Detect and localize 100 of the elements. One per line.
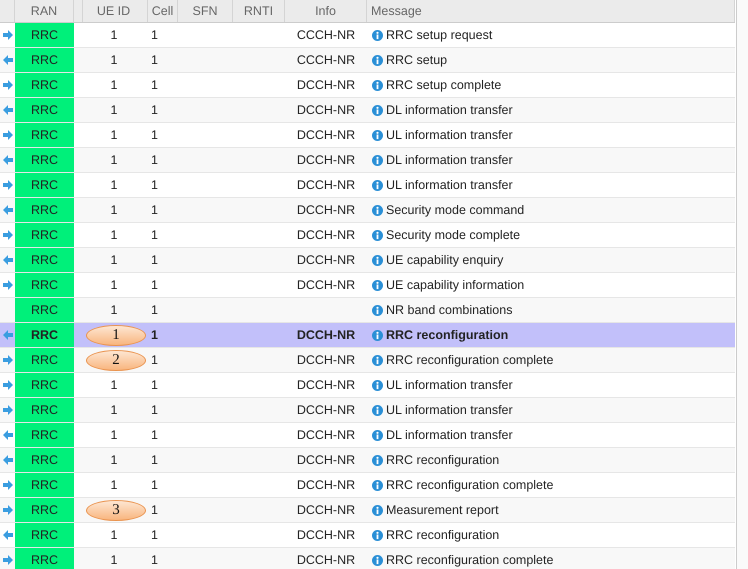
table-cell: DCCH-NR: [296, 353, 356, 367]
left-arrow-icon: [2, 530, 12, 540]
info-icon: [372, 154, 383, 166]
info-icon: [372, 180, 383, 190]
right-arrow-icon: [2, 505, 12, 515]
table-cell: 1: [110, 478, 118, 492]
table-cell: 1: [151, 503, 158, 517]
table-row[interactable]: RRC 1 1 CCCH-NR RRC setup: [0, 48, 736, 73]
table-row[interactable]: RRC 1 1 DCCH-NR RRC reconfiguration complete: [0, 548, 736, 569]
table-cell: RRC: [15, 398, 74, 422]
table-row[interactable]: RRC 1 1 DCCH-NR DL information transfer: [0, 423, 736, 448]
left-arrow-icon: [2, 205, 12, 215]
table-cell: RRC: [15, 498, 74, 522]
message-text: UL information transfer: [386, 128, 513, 142]
table-row[interactable]: RRC 1 1 DCCH-NR DL information transfer: [0, 148, 736, 173]
table-cell: DCCH-NR: [296, 553, 356, 567]
message-text: UE capability enquiry: [386, 253, 504, 267]
message-text: RRC reconfiguration complete: [386, 553, 554, 567]
table-row[interactable]: RRC 1 1 DCCH-NR Security mode complete: [0, 223, 736, 248]
right-arrow-icon: [2, 405, 12, 415]
table-cell: 1: [110, 178, 118, 192]
table-cell: CCCH-NR: [296, 28, 356, 42]
table-row[interactable]: RRC 1 1 DCCH-NR UL information transfer: [0, 373, 736, 398]
table-row[interactable]: RRC 1 1 DCCH-NR UL information transfer: [0, 398, 736, 423]
right-arrow-icon: [2, 355, 12, 365]
message-text: RRC reconfiguration: [386, 528, 500, 542]
table-row[interactable]: RRC 1 1 NR band combinations: [0, 298, 736, 323]
info-icon: [372, 230, 383, 240]
info-icon: [372, 454, 383, 466]
info-icon: [372, 280, 383, 290]
column-header[interactable]: Cell: [148, 0, 178, 22]
info-icon: [372, 254, 383, 266]
table-cell: RRC: [15, 248, 74, 272]
message-text: DL information transfer: [386, 428, 513, 442]
info-icon: [372, 554, 383, 566]
number-callout: 2: [86, 350, 146, 371]
table-row[interactable]: RRC 1 1 DCCH-NR RRC reconfiguration: [0, 323, 736, 348]
table-row[interactable]: RRC 1 1 DCCH-NR UE capability information: [0, 273, 736, 298]
right-arrow-icon: [2, 380, 12, 390]
table-row[interactable]: RRC 2 1 DCCH-NR RRC reconfiguration complete: [0, 348, 736, 373]
message-text: UL information transfer: [386, 378, 513, 392]
table-cell: 1: [151, 78, 158, 92]
column-header[interactable]: RAN: [15, 0, 74, 22]
message-text: UL information transfer: [386, 178, 513, 192]
table-cell: RRC: [15, 123, 74, 147]
table-cell: 1: [151, 478, 158, 492]
table-cell: DCCH-NR: [296, 528, 356, 542]
message-text: NR band combinations: [386, 303, 512, 317]
table-row[interactable]: RRC 1 1 DCCH-NR DL information transfer: [0, 98, 736, 123]
message-text: RRC setup request: [386, 28, 492, 42]
table-row[interactable]: RRC 1 1 DCCH-NR RRC reconfiguration: [0, 448, 736, 473]
table-row[interactable]: RRC 3 1 DCCH-NR Measurement report: [0, 498, 736, 523]
table-row[interactable]: RRC 1 1 DCCH-NR Security mode command: [0, 198, 736, 223]
table-cell: 1: [110, 228, 118, 242]
table-row[interactable]: RRC 1 1 DCCH-NR UL information transfer: [0, 123, 736, 148]
number-callout: 3: [86, 500, 146, 521]
column-header[interactable]: Info: [285, 0, 367, 22]
table-cell: CCCH-NR: [296, 53, 356, 67]
table-cell: 1: [151, 303, 158, 317]
table-cell: 1: [110, 153, 118, 167]
table-cell: DCCH-NR: [296, 378, 356, 392]
table-cell: 1: [110, 253, 118, 267]
table-cell: RRC: [15, 223, 74, 247]
right-arrow-icon: [2, 230, 12, 240]
message-text: RRC setup: [386, 53, 448, 67]
table-cell: RRC: [15, 448, 74, 472]
column-header[interactable]: SFN: [178, 0, 233, 22]
left-arrow-icon: [2, 255, 12, 265]
table-cell: DCCH-NR: [296, 428, 356, 442]
message-text: UE capability information: [386, 278, 524, 292]
table-cell: DCCH-NR: [296, 153, 356, 167]
left-arrow-icon: [2, 55, 12, 65]
table-row[interactable]: RRC 1 1 DCCH-NR RRC reconfiguration: [0, 523, 736, 548]
message-text: RRC reconfiguration: [386, 453, 500, 467]
table-cell: 1: [110, 428, 118, 442]
column-header[interactable]: RNTI: [233, 0, 285, 22]
info-icon: [372, 130, 383, 140]
table-row[interactable]: RRC 1 1 DCCH-NR RRC reconfiguration complete: [0, 473, 736, 498]
table-cell: 1: [151, 378, 158, 392]
table-row[interactable]: RRC 1 1 CCCH-NR RRC setup request: [0, 23, 736, 48]
column-header[interactable]: Message: [367, 0, 736, 22]
column-header[interactable]: UE ID: [80, 0, 148, 22]
right-arrow-icon: [2, 480, 12, 490]
table-cell: DCCH-NR: [296, 403, 356, 417]
table-cell: DCCH-NR: [296, 203, 356, 217]
table-cell: 1: [151, 53, 158, 67]
info-icon: [372, 404, 383, 416]
table-cell: 1: [110, 103, 118, 117]
table-row[interactable]: RRC 1 1 DCCH-NR UL information transfer: [0, 173, 736, 198]
message-text: RRC reconfiguration: [386, 328, 508, 342]
info-icon: [372, 504, 383, 516]
table-cell: 1: [110, 528, 118, 542]
table-row[interactable]: RRC 1 1 DCCH-NR RRC setup complete: [0, 73, 736, 98]
info-icon: [372, 380, 383, 390]
right-arrow-icon: [2, 555, 12, 565]
info-icon: [372, 430, 383, 440]
table-row[interactable]: RRC 1 1 DCCH-NR UE capability enquiry: [0, 248, 736, 273]
info-icon: [372, 530, 383, 540]
table-cell: RRC: [15, 98, 74, 122]
table-cell: DCCH-NR: [296, 503, 356, 517]
